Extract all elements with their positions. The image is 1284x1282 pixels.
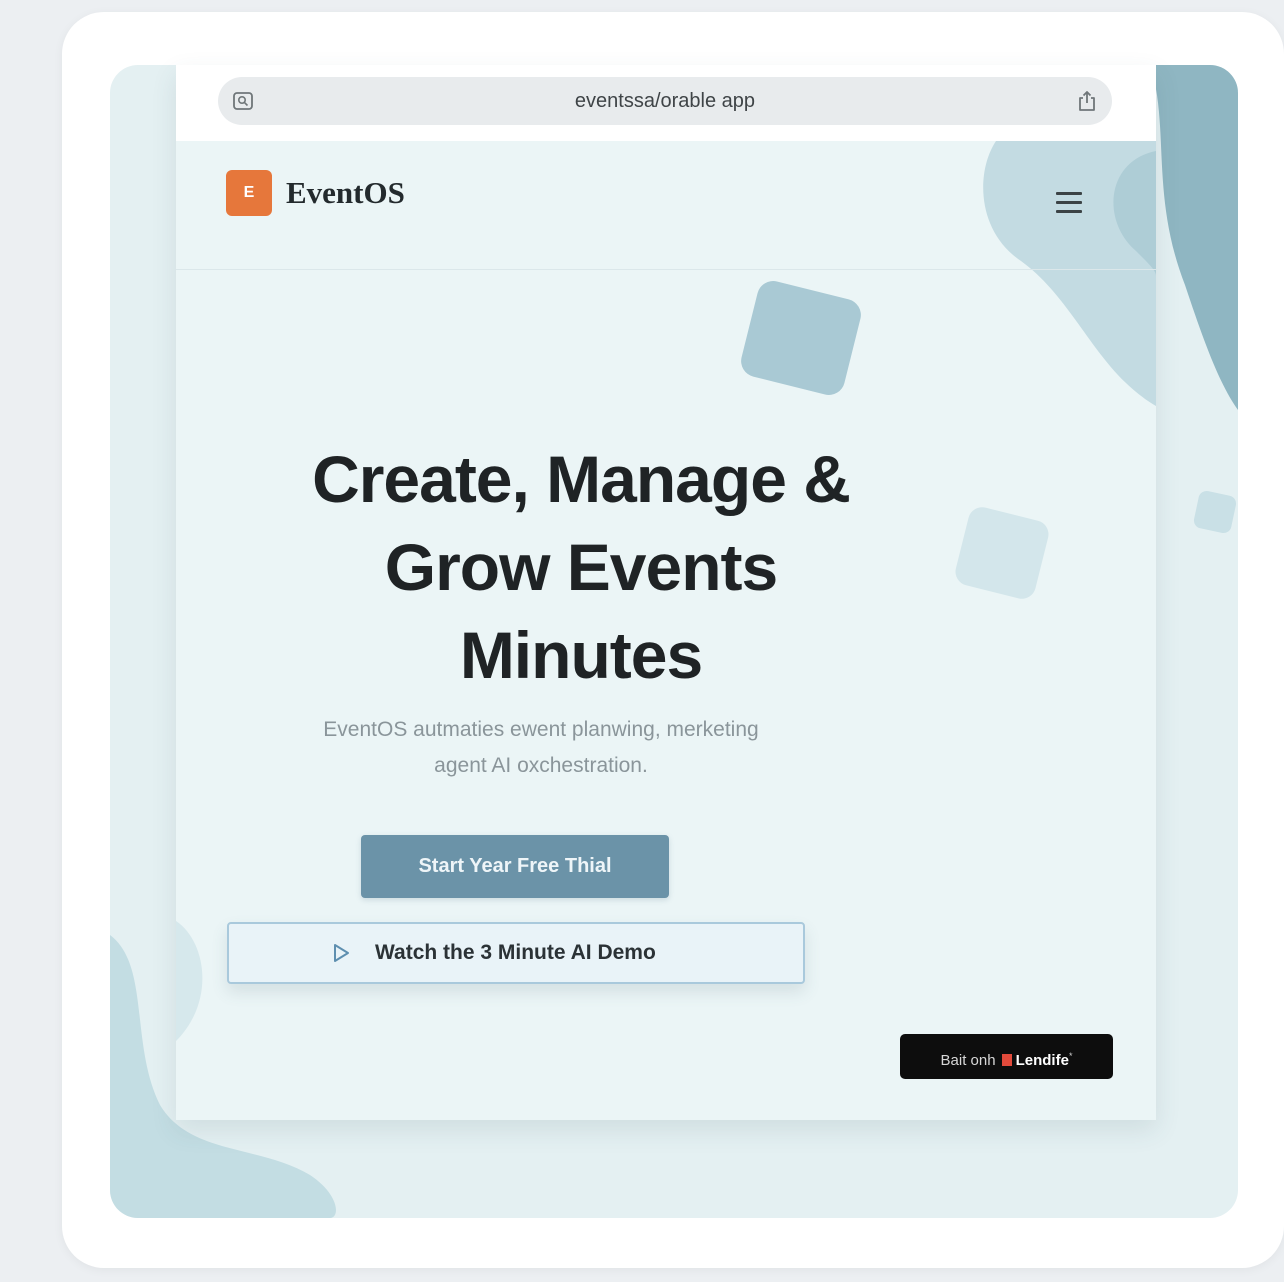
site-name[interactable]: EventOS: [286, 171, 405, 215]
logo-icon[interactable]: E: [226, 170, 272, 216]
badge-brand: Lendife: [1015, 1052, 1069, 1069]
hamburger-line: [1056, 210, 1082, 213]
hero-subtitle-line: agent AI oxchestration.: [434, 754, 648, 777]
hero-floating-square-small: [955, 507, 1049, 599]
hamburger-line: [1056, 192, 1082, 195]
hero-subtitle: EventOS autmaties ewent planwing, merket…: [236, 712, 846, 784]
start-trial-button[interactable]: Start Year Free Thial: [361, 835, 669, 898]
share-icon[interactable]: [1076, 89, 1098, 113]
hero-floating-square-large: [741, 281, 861, 395]
hero-title-line: Create, Manage &: [312, 442, 851, 516]
hero-subtitle-line: EventOS autmaties ewent planwing, merket…: [323, 718, 759, 741]
play-icon: [334, 944, 349, 962]
backdrop-blob-right: [1150, 65, 1238, 410]
badge-prefix: Bait onh: [940, 1052, 996, 1069]
backdrop-small-square: [1193, 490, 1237, 534]
url-text[interactable]: eventssa/orable app: [218, 77, 1112, 125]
badge-suffix: *: [1068, 1051, 1073, 1061]
built-with-badge[interactable]: Bait onh Lendife*: [900, 1034, 1113, 1079]
browser-window: eventssa/orable app E EventOS Create, Ma…: [176, 65, 1156, 1120]
hero-blob-bottom-left: [176, 921, 203, 1041]
watch-demo-button[interactable]: Watch the 3 Minute AI Demo: [227, 922, 805, 984]
hamburger-menu-icon[interactable]: [1056, 192, 1082, 214]
hero-title-line: Minutes: [459, 618, 703, 692]
hero-title: Create, Manage & Grow Events Minutes: [216, 435, 946, 699]
watch-demo-label: Watch the 3 Minute AI Demo: [375, 941, 656, 964]
hamburger-line: [1056, 201, 1082, 204]
hero-title-line: Grow Events: [384, 530, 778, 604]
badge-logo-icon: [1001, 1054, 1012, 1066]
browser-toolbar: eventssa/orable app: [176, 65, 1156, 141]
address-bar[interactable]: eventssa/orable app: [218, 77, 1112, 125]
